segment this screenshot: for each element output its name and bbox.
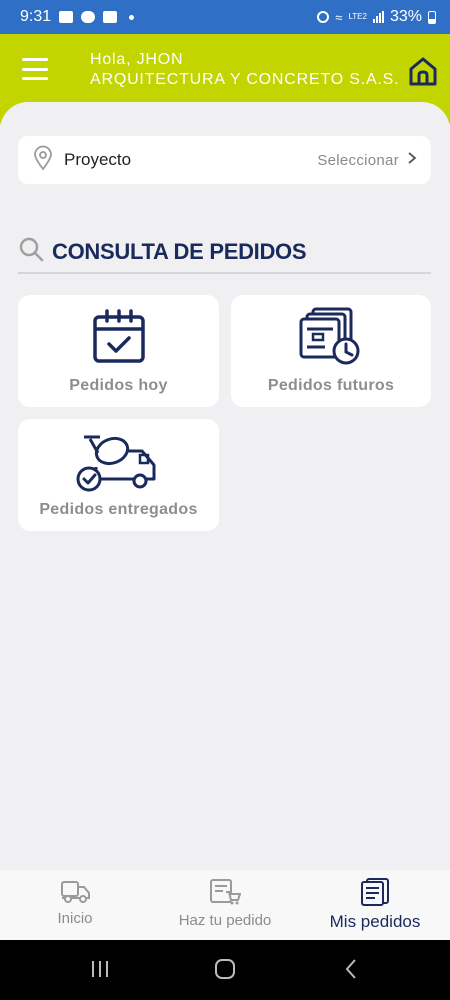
status-time: 9:31 (20, 8, 52, 25)
mixer-truck-check-icon (76, 435, 155, 492)
home-icon[interactable] (406, 54, 440, 88)
tile-label: Pedidos hoy (69, 377, 168, 394)
orders-list-icon (361, 878, 389, 906)
alarm-icon (317, 11, 330, 23)
wifi-icon: ≈ (335, 9, 343, 25)
section-title: CONSULTA DE PEDIDOS (52, 238, 307, 264)
nav-mis-pedidos[interactable]: Mis pedidos (322, 878, 428, 932)
greeting-block: Hola, JHON ARQUITECTURA Y CONCRETO S.A.S… (90, 50, 399, 90)
battery-icon (428, 10, 436, 24)
gallery-icon (59, 11, 74, 23)
form-cart-icon (210, 879, 241, 905)
truck-icon (61, 881, 90, 903)
main-content: Proyecto Seleccionar CONSULTA DE PEDIDOS… (0, 102, 450, 870)
nav-label: Inicio (57, 910, 93, 927)
tile-label: Pedidos entregados (39, 501, 198, 518)
system-navigation-bar (0, 940, 450, 1000)
home-button-icon[interactable] (213, 958, 237, 985)
hamburger-menu-icon[interactable] (22, 58, 48, 80)
nav-label: Mis pedidos (329, 912, 421, 931)
section-divider (18, 272, 431, 274)
recent-apps-icon[interactable] (89, 958, 111, 985)
status-bar: 9:31 ≈ LTE2 33% (0, 0, 450, 34)
bottom-navigation: Inicio Haz tu pedido Mis pedidos (0, 870, 450, 940)
company-name: ARQUITECTURA Y CONCRETO S.A.S. (90, 71, 400, 88)
tile-pedidos-futuros[interactable]: Pedidos futuros (231, 295, 431, 407)
chevron-right-icon (407, 151, 417, 170)
tile-pedidos-entregados[interactable]: Pedidos entregados (18, 419, 219, 531)
cloud-icon (81, 11, 96, 23)
battery-level: 33% (389, 8, 422, 25)
documents-clock-icon (299, 307, 360, 365)
back-icon[interactable] (342, 958, 360, 985)
tile-label: Pedidos futuros (267, 377, 395, 394)
project-label: Proyecto (64, 150, 132, 169)
greeting-text: Hola, JHON (90, 51, 184, 68)
nav-haz-tu-pedido[interactable]: Haz tu pedido (170, 878, 280, 929)
select-project-link[interactable]: Seleccionar (317, 152, 399, 169)
nav-label: Haz tu pedido (178, 912, 272, 929)
signal-icon (372, 11, 384, 23)
project-selector[interactable]: Proyecto Seleccionar (18, 136, 431, 184)
more-notifications-icon (129, 14, 135, 20)
notification-app-icon (103, 11, 118, 23)
network-type: LTE2 (348, 12, 367, 21)
nav-inicio[interactable]: Inicio (44, 878, 106, 927)
location-pin-icon (32, 145, 54, 176)
tile-pedidos-hoy[interactable]: Pedidos hoy (18, 295, 219, 407)
section-header: CONSULTA DE PEDIDOS (18, 236, 307, 267)
search-icon (18, 236, 44, 267)
calendar-check-icon (92, 309, 145, 363)
